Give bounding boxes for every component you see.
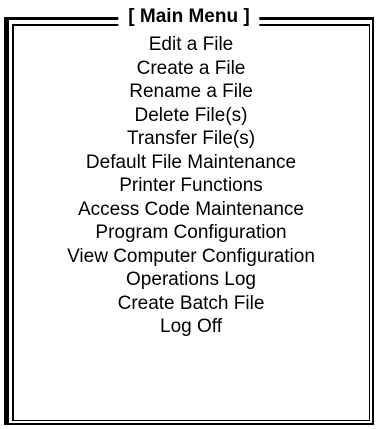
menu-item-transfer-files[interactable]: Transfer File(s): [14, 127, 368, 151]
menu-item-rename-file[interactable]: Rename a File: [14, 80, 368, 104]
frame-left-border: [4, 17, 9, 425]
menu-item-default-file-maintenance[interactable]: Default File Maintenance: [14, 151, 368, 175]
menu-item-log-off[interactable]: Log Off: [14, 315, 368, 339]
frame-right-border: [372, 17, 374, 425]
frame-bottom-inner-border: [12, 420, 370, 421]
menu-item-printer-functions[interactable]: Printer Functions: [14, 174, 368, 198]
menu-item-view-computer-configuration[interactable]: View Computer Configuration: [14, 245, 368, 269]
menu-item-create-batch-file[interactable]: Create Batch File: [14, 292, 368, 316]
frame-right-inner-border: [369, 24, 370, 421]
frame-bottom-border: [4, 423, 374, 425]
menu-title: [ Main Menu ]: [118, 5, 260, 29]
main-menu-panel: [ Main Menu ] Edit a File Create a File …: [4, 5, 374, 425]
menu-item-create-file[interactable]: Create a File: [14, 57, 368, 81]
menu-item-delete-files[interactable]: Delete File(s): [14, 104, 368, 128]
menu-item-program-configuration[interactable]: Program Configuration: [14, 221, 368, 245]
menu-item-access-code-maintenance[interactable]: Access Code Maintenance: [14, 198, 368, 222]
menu-item-operations-log[interactable]: Operations Log: [14, 268, 368, 292]
menu-list: Edit a File Create a File Rename a File …: [14, 33, 368, 339]
menu-item-edit-file[interactable]: Edit a File: [14, 33, 368, 57]
